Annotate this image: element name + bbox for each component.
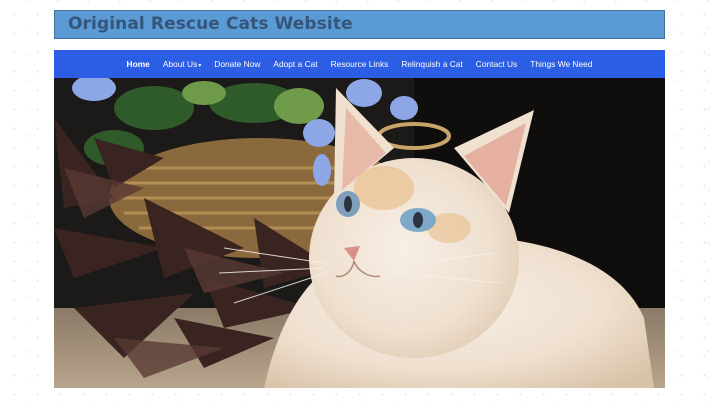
nav-relinquish-a-cat[interactable]: Relinquish a Cat <box>401 59 462 69</box>
site-title-banner: Original Rescue Cats Website <box>54 10 665 39</box>
chevron-down-icon: ▾ <box>198 63 202 69</box>
nav-about-us[interactable]: About Us▾ <box>163 59 201 69</box>
cat-photo-illustration <box>54 78 665 388</box>
hero-cat-photo <box>54 78 665 388</box>
nav-about-us-label: About Us <box>162 59 198 69</box>
main-navbar: Home About Us▾ Donate Now Adopt a Cat Re… <box>54 50 665 78</box>
nav-contact-us[interactable]: Contact Us <box>476 59 517 69</box>
nav-things-we-need[interactable]: Things We Need <box>530 59 592 69</box>
nav-adopt-a-cat[interactable]: Adopt a Cat <box>273 59 317 69</box>
site-title: Original Rescue Cats Website <box>68 14 353 34</box>
nav-resource-links[interactable]: Resource Links <box>331 59 389 69</box>
nav-home[interactable]: Home <box>127 59 150 69</box>
nav-donate-now[interactable]: Donate Now <box>214 59 260 69</box>
